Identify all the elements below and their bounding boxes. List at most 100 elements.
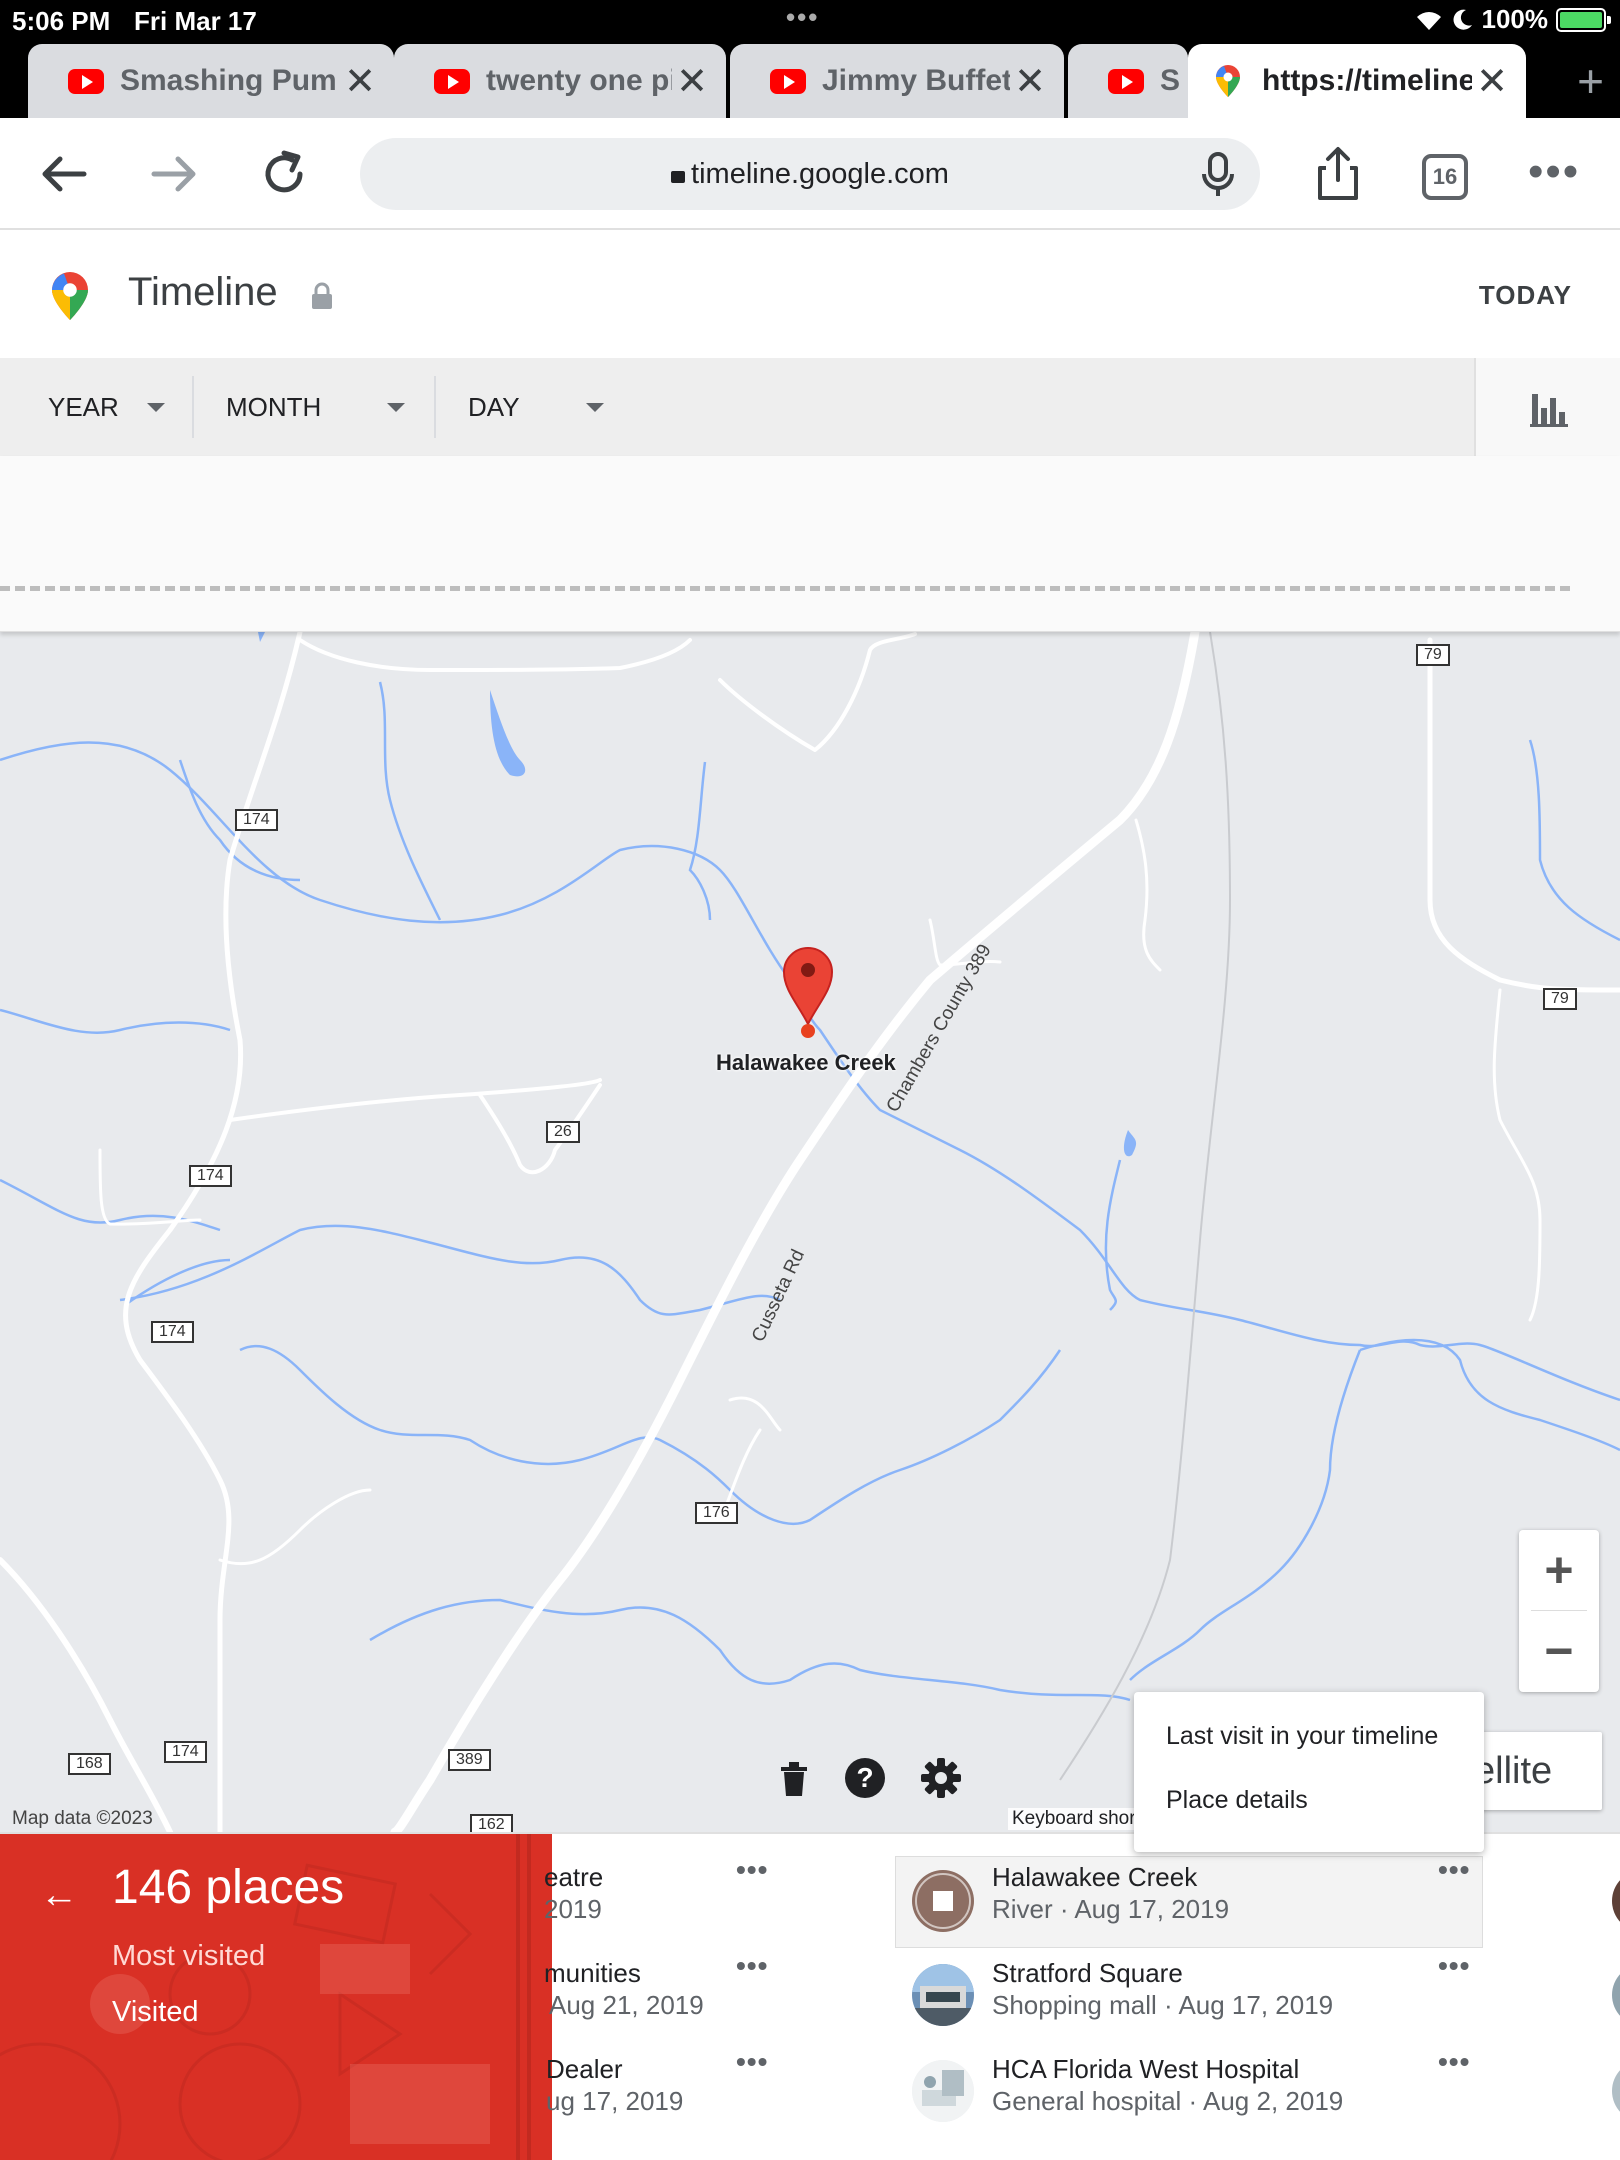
more-options-icon[interactable]: •••: [736, 1854, 768, 1886]
visited-tab[interactable]: Visited: [112, 1996, 199, 2029]
youtube-icon: [770, 68, 806, 94]
places-summary-card: ← 146 places Most visited Visited: [0, 1834, 552, 2160]
route-shield-79: 79: [1543, 988, 1577, 1010]
month-select[interactable]: MONTH: [226, 358, 406, 456]
pin-label[interactable]: Halawakee Creek: [716, 1050, 896, 1076]
tab-strip: Smashing Pum ✕ twenty one pilo ✕ Jimmy B…: [0, 40, 1620, 118]
list-item[interactable]: eatre 2019 •••: [544, 1854, 767, 1946]
trash-icon[interactable]: [776, 1758, 812, 1798]
place-name: Dealer: [546, 2054, 623, 2084]
map-attribution[interactable]: Map data ©2023: [12, 1808, 153, 1830]
gear-icon[interactable]: [920, 1757, 962, 1799]
route-shield-174: 174: [235, 809, 278, 831]
route-shield-162: 162: [470, 1814, 513, 1832]
timeline-header: Timeline TODAY: [0, 232, 1620, 358]
back-arrow-icon[interactable]: [34, 144, 94, 204]
menu-item-place-details[interactable]: Place details: [1166, 1786, 1308, 1815]
list-item[interactable]: munities Aug 21, 2019 •••: [544, 1950, 767, 2042]
more-options-icon[interactable]: •••: [1438, 1854, 1470, 1886]
zoom-control: + −: [1519, 1530, 1599, 1692]
shopping-mall-thumbnail: [912, 1964, 974, 2026]
tab-smashing-pumpkins[interactable]: Smashing Pum ✕: [28, 44, 394, 118]
route-shield-168: 168: [68, 1753, 111, 1775]
most-visited-tab[interactable]: Most visited: [112, 1940, 265, 1973]
close-tab-icon[interactable]: ✕: [672, 59, 712, 104]
more-options-icon[interactable]: •••: [736, 2046, 768, 2078]
place-meta: 2019: [544, 1894, 602, 1924]
close-tab-icon[interactable]: ✕: [340, 59, 380, 104]
stats-button[interactable]: [1474, 358, 1620, 456]
back-arrow-icon[interactable]: ←: [40, 1874, 78, 1917]
railway: [1059, 632, 1232, 1781]
month-label: MONTH: [226, 391, 322, 422]
tab-count-button[interactable]: 16: [1422, 154, 1468, 200]
list-item[interactable]: Dealer ug 17, 2019 •••: [546, 2046, 768, 2138]
share-icon[interactable]: [1308, 144, 1368, 204]
menu-item-last-visit[interactable]: Last visit in your timeline: [1166, 1722, 1438, 1751]
reload-icon[interactable]: [254, 144, 314, 204]
tab-label: https://timeline: [1262, 64, 1472, 97]
wifi-icon: [1416, 11, 1441, 30]
more-menu-icon[interactable]: •••: [1528, 150, 1580, 194]
place-name: HCA Florida West Hospital: [992, 2054, 1300, 2084]
page-title: Timeline: [128, 270, 278, 314]
place-meta: General hospital · Aug 2, 2019: [992, 2086, 1344, 2116]
place-thumbnail: [1612, 2060, 1620, 2122]
place-name: Stratford Square: [992, 1958, 1183, 1988]
tab-label: twenty one pilo: [486, 64, 672, 97]
tab-timeline[interactable]: https://timeline ✕: [1188, 44, 1526, 118]
forward-arrow-icon[interactable]: [144, 144, 204, 204]
youtube-icon: [68, 68, 104, 94]
zoom-out-button[interactable]: −: [1519, 1612, 1599, 1692]
chevron-down-icon: [146, 402, 165, 412]
status-right: 100%: [1414, 4, 1611, 35]
place-meta: Aug 21, 2019: [549, 1990, 704, 2020]
map-view[interactable]: 79 79 174 174 174 174 26 176 168 389 162…: [0, 632, 1620, 1832]
help-icon[interactable]: ?: [844, 1757, 886, 1799]
more-options-icon[interactable]: •••: [1438, 1950, 1470, 1982]
youtube-icon: [1108, 68, 1144, 94]
moon-icon: [1453, 9, 1472, 30]
place-meta: ug 17, 2019: [546, 2086, 684, 2116]
list-item[interactable]: Stratford Square Shopping mall · Aug 17,…: [992, 1950, 1472, 2042]
hospital-thumbnail: [912, 2060, 974, 2122]
year-select[interactable]: YEAR: [48, 358, 165, 456]
address-bar[interactable]: timeline.google.com: [360, 138, 1260, 210]
browser-toolbar: timeline.google.com 16 •••: [0, 118, 1620, 230]
more-options-icon[interactable]: •••: [736, 1950, 768, 1982]
svg-text:?: ?: [856, 1762, 873, 1793]
timeline-strip[interactable]: [0, 456, 1620, 632]
list-item[interactable]: HCA Florida West Hospital General hospit…: [992, 2046, 1472, 2138]
status-time: 5:06 PM: [12, 6, 111, 36]
water-bodies: [258, 632, 1137, 1157]
google-maps-pin-icon: [1216, 65, 1240, 97]
tab-twenty-one-pilots[interactable]: twenty one pilo ✕: [394, 44, 726, 118]
youtube-icon: [434, 68, 470, 94]
day-label: DAY: [468, 391, 520, 422]
places-panel: ← 146 places Most visited Visited eatre …: [0, 1832, 1620, 2160]
battery-percent: 100%: [1481, 4, 1549, 34]
tab-jimmy-buffett[interactable]: Jimmy Buffett ✕: [730, 44, 1064, 118]
more-options-icon[interactable]: •••: [1438, 2046, 1470, 2078]
zoom-in-button[interactable]: +: [1519, 1530, 1599, 1610]
place-context-menu: Last visit in your timeline Place detail…: [1134, 1692, 1484, 1852]
new-tab-button[interactable]: +: [1577, 54, 1604, 108]
date-filter-bar: YEAR MONTH DAY: [0, 358, 1620, 456]
route-shield-174: 174: [189, 1165, 232, 1187]
location-pin-icon: [782, 946, 834, 1038]
bar-chart-icon: [1530, 394, 1568, 427]
multitask-dots[interactable]: •••: [786, 2, 819, 33]
day-select[interactable]: DAY: [468, 358, 604, 456]
microphone-icon[interactable]: [1198, 152, 1238, 198]
route-shield-174: 174: [164, 1741, 207, 1763]
place-meta: River · Aug 17, 2019: [992, 1894, 1230, 1924]
timeline-dashed-line: [0, 586, 1570, 591]
keyboard-shortcuts-link[interactable]: Keyboard shor: [1008, 1808, 1140, 1830]
close-tab-icon[interactable]: ✕: [1472, 59, 1512, 104]
tab-youtube-s[interactable]: S: [1068, 44, 1188, 118]
divider: [434, 376, 436, 438]
close-tab-icon[interactable]: ✕: [1010, 59, 1050, 104]
place-name: Halawakee Creek: [992, 1862, 1198, 1892]
list-item[interactable]: Halawakee Creek River · Aug 17, 2019 •••: [992, 1854, 1472, 1946]
today-button[interactable]: TODAY: [1479, 280, 1572, 311]
